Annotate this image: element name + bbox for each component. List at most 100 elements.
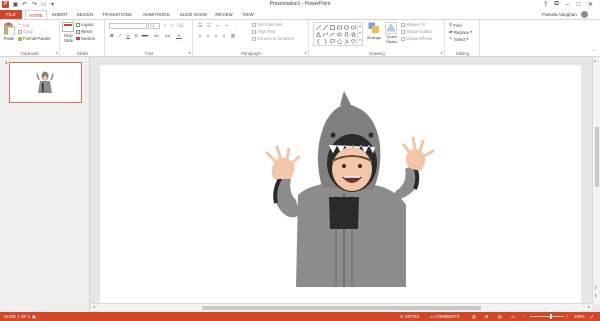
shape-rounded-rect-icon[interactable] — [350, 24, 356, 30]
new-slide-button[interactable]: New Slide — [62, 22, 75, 48]
tab-slide-show[interactable]: SLIDE SHOW — [177, 10, 210, 19]
character-spacing-button[interactable]: AV — [152, 33, 161, 38]
justify-icon[interactable]: ≡ — [221, 33, 227, 38]
bullets-icon[interactable]: ☰ — [197, 23, 203, 29]
change-case-button[interactable]: Aa — [163, 33, 172, 38]
italic-button[interactable]: I — [117, 33, 123, 38]
close-button[interactable]: ✕ — [585, 0, 596, 9]
ribbon-display-options-icon[interactable]: ⧉ — [551, 0, 562, 9]
shapes-gallery-more-icon[interactable]: ▴ ▾ ▾ — [357, 23, 362, 45]
zoom-out-icon[interactable]: – — [523, 314, 525, 319]
comments-button[interactable]: ▭ COMMENTS — [430, 314, 460, 319]
user-name[interactable]: Pamela Vaughan — [542, 12, 577, 17]
fit-slide-icon[interactable]: ⤢ — [590, 314, 593, 319]
strikethrough-button[interactable]: abc — [140, 33, 150, 38]
arrange-button[interactable]: Arrange — [366, 22, 382, 46]
shape-right-brace-icon[interactable] — [322, 38, 328, 44]
previous-slide-icon[interactable]: ⇞ — [594, 285, 597, 290]
shape-star-icon[interactable] — [350, 31, 356, 37]
convert-smartart-button[interactable]: Convert to SmartArt — [252, 36, 294, 41]
replace-button[interactable]: ⇄ Replace ▾ — [449, 29, 472, 35]
format-painter-button[interactable]: Format Painter — [18, 36, 51, 41]
shape-curved-connector-icon[interactable] — [329, 31, 335, 37]
tab-design[interactable]: DESIGN — [73, 10, 97, 19]
zoom-slider-knob[interactable] — [550, 314, 553, 319]
scroll-up-icon[interactable]: ▴ — [594, 58, 596, 63]
normal-view-icon[interactable]: ▥ — [472, 314, 476, 319]
clipboard-launcher-icon[interactable]: ⬊ — [55, 51, 58, 55]
next-slide-icon[interactable]: ⇟ — [594, 293, 597, 298]
decrease-indent-icon[interactable]: ⇤ — [215, 23, 221, 29]
zoom-level[interactable]: 100% — [574, 314, 585, 319]
increase-indent-icon[interactable]: ⇥ — [223, 23, 229, 29]
font-size-combobox[interactable]: 24 — [148, 23, 160, 29]
collapse-ribbon-icon[interactable]: ⌃ — [592, 49, 596, 55]
shapes-gallery[interactable]: ▴ ▾ ▾ — [313, 22, 363, 46]
shape-oval-icon[interactable] — [343, 24, 349, 30]
numbering-icon[interactable]: ☷ — [206, 23, 212, 29]
reading-view-icon[interactable]: ▤ — [498, 314, 502, 319]
shape-heart-icon[interactable] — [350, 38, 356, 44]
paste-button[interactable]: Paste — [2, 22, 16, 46]
shape-fill-button[interactable]: Shape Fill — [401, 22, 425, 27]
slide-picture[interactable] — [100, 65, 581, 321]
section-button[interactable]: Section — [76, 36, 95, 41]
minimize-button[interactable]: – — [562, 0, 573, 9]
increase-font-size-icon[interactable]: A — [162, 23, 168, 28]
tab-file[interactable]: FILE — [0, 10, 22, 19]
slide-canvas[interactable] — [100, 65, 581, 321]
horizontal-scrollbar[interactable]: ◂ ▸ — [91, 303, 592, 311]
tab-animations[interactable]: ANIMATIONS — [138, 10, 174, 19]
find-button[interactable]: ⚲ Find — [449, 22, 462, 28]
tab-transitions[interactable]: TRANSITIONS — [99, 10, 135, 19]
drawing-launcher-icon[interactable]: ⬊ — [440, 51, 443, 55]
tab-review[interactable]: REVIEW — [212, 10, 236, 19]
help-icon[interactable]: ? — [540, 0, 551, 9]
slideshow-view-icon[interactable]: ▭ — [511, 314, 515, 319]
columns-icon[interactable]: ▥ — [230, 33, 236, 39]
font-color-button[interactable]: A — [176, 33, 182, 39]
underline-button[interactable]: U — [125, 33, 131, 38]
font-name-combobox[interactable] — [109, 23, 147, 29]
paragraph-launcher-icon[interactable]: ⬊ — [304, 51, 307, 55]
font-launcher-icon[interactable]: ⬊ — [188, 51, 191, 55]
align-right-icon[interactable]: ≡ — [213, 33, 219, 38]
tab-insert[interactable]: INSERT — [49, 10, 71, 19]
shape-left-brace-icon[interactable] — [315, 38, 321, 44]
slide-sorter-view-icon[interactable]: ⊞ — [485, 314, 489, 319]
shape-line-icon[interactable] — [315, 24, 321, 30]
bold-button[interactable]: B — [109, 33, 115, 38]
text-shadow-button[interactable]: S — [133, 33, 139, 38]
shape-chevron-icon[interactable] — [343, 38, 349, 44]
shape-right-arrow-icon[interactable] — [336, 31, 342, 37]
shape-rectangle-icon[interactable] — [336, 24, 342, 30]
zoom-in-icon[interactable]: + — [566, 314, 568, 319]
decrease-font-size-icon[interactable]: A — [169, 23, 175, 28]
text-direction-button[interactable]: Text Direction — [252, 22, 282, 27]
align-text-button[interactable]: Align Text — [252, 29, 275, 34]
shape-outline-button[interactable]: Shape Outline — [401, 29, 433, 34]
scroll-left-icon[interactable]: ◂ — [93, 304, 95, 309]
scroll-right-icon[interactable]: ▸ — [588, 304, 590, 309]
shape-arrow-line-icon[interactable] — [322, 24, 328, 30]
layout-button[interactable]: Layout — [76, 22, 94, 27]
shape-callout-icon[interactable] — [329, 38, 335, 44]
shape-triangle-icon[interactable] — [315, 31, 321, 37]
shape-down-arrow-icon[interactable] — [343, 31, 349, 37]
line-spacing-icon[interactable]: ↕ — [232, 23, 238, 28]
shape-pentagon-icon[interactable] — [336, 38, 342, 44]
vertical-scroll-thumb[interactable] — [595, 127, 599, 187]
align-center-icon[interactable]: ≡ — [205, 33, 211, 38]
notes-button[interactable]: ≙ NOTES — [400, 314, 419, 319]
cut-button[interactable]: ✂ Cut — [18, 22, 29, 28]
quick-styles-button[interactable]: Quick Styles — [383, 22, 400, 48]
copy-button[interactable]: Copy — [18, 29, 33, 34]
maximize-button[interactable]: □ — [573, 0, 584, 9]
reset-button[interactable]: Reset — [76, 29, 92, 34]
align-left-icon[interactable]: ≡ — [197, 33, 203, 38]
vertical-scrollbar[interactable]: ▴ ⇞ ⇟ — [592, 57, 600, 305]
clear-formatting-icon[interactable]: ⌫ — [177, 23, 183, 29]
shape-effects-button[interactable]: Shape Effects — [401, 36, 432, 41]
tab-view[interactable]: VIEW — [238, 10, 258, 19]
spellcheck-icon[interactable]: ▣ — [32, 314, 36, 319]
